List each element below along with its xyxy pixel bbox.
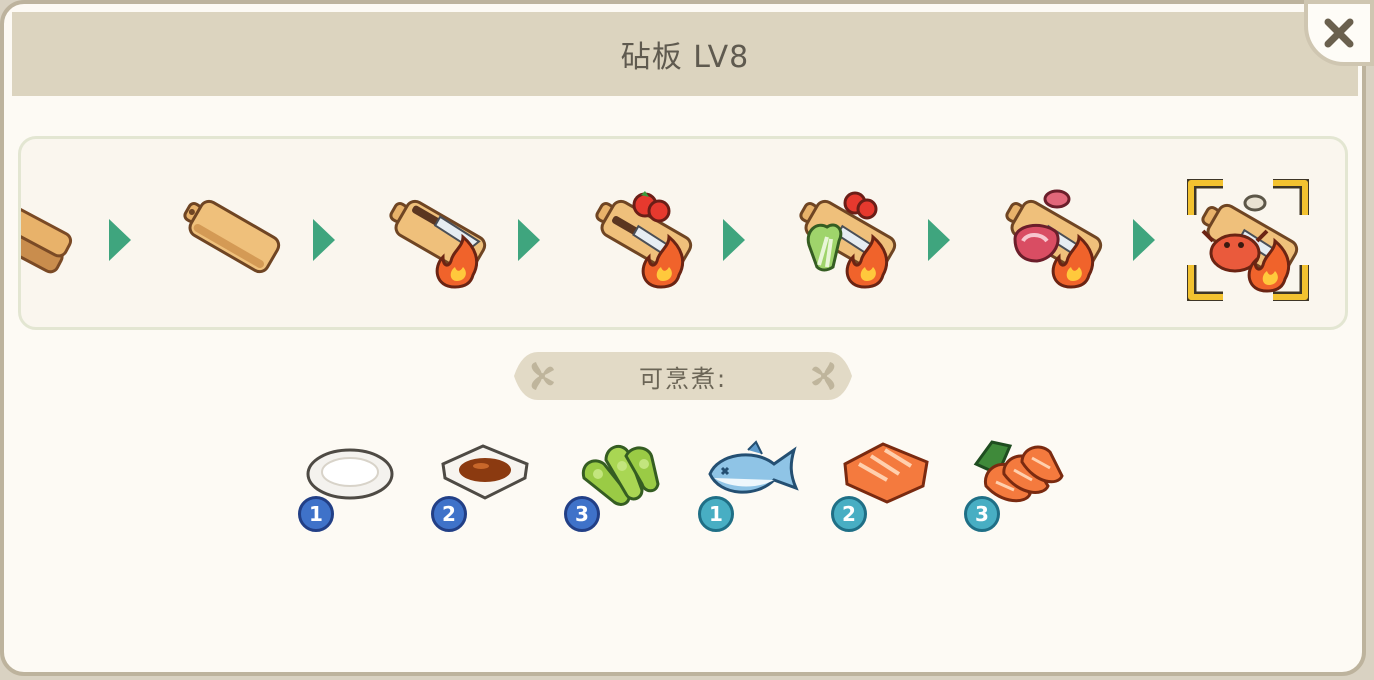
can-cook-banner: 可烹煮: [512, 350, 854, 402]
cutting-board-icon [183, 199, 281, 274]
upgrade-track [18, 136, 1348, 330]
dish-white-plate[interactable]: 1 [298, 434, 404, 532]
arrow-6 [1133, 219, 1155, 261]
dish-level-badge: 3 [564, 496, 600, 532]
page-title: 砧板 LV8 [620, 40, 750, 75]
dish-level-badge: 1 [698, 496, 734, 532]
stage-board-meat-fire[interactable] [993, 175, 1111, 293]
badge-number: 2 [442, 502, 456, 526]
dish-level-badge: 1 [298, 496, 334, 532]
dish-edamame[interactable]: 3 [564, 434, 670, 532]
dish-fish[interactable]: 1 [698, 434, 804, 532]
close-icon [1324, 18, 1354, 48]
dish-soy-sauce[interactable]: 2 [431, 434, 537, 532]
board-crab-fire-icon [1201, 194, 1299, 293]
stacked-boards-icon [21, 195, 73, 274]
badge-number: 1 [709, 502, 723, 526]
stage-board-crab-fire[interactable] [1189, 179, 1307, 297]
stage-board-knife-fire[interactable] [377, 175, 495, 293]
arrow-3 [518, 219, 540, 261]
dish-salmon-sashimi[interactable]: 3 [964, 434, 1070, 532]
arrow-4 [723, 219, 745, 261]
stage-stacked-boards[interactable] [21, 175, 81, 293]
board-tomato-fire-icon [595, 191, 693, 289]
badge-number: 3 [975, 502, 989, 526]
dish-salmon-fillet[interactable]: 2 [831, 434, 937, 532]
dish-level-badge: 3 [964, 496, 1000, 532]
badge-number: 2 [842, 502, 856, 526]
stage-plain-board[interactable] [171, 175, 289, 293]
board-cabbage-fire-icon [799, 191, 897, 289]
arrow-1 [109, 219, 131, 261]
can-cook-label: 可烹煮: [638, 364, 728, 393]
dish-level-badge: 2 [431, 496, 467, 532]
arrow-2 [313, 219, 335, 261]
badge-number: 3 [575, 502, 589, 526]
stage-board-cabbage-fire[interactable] [787, 175, 905, 293]
dish-level-badge: 2 [831, 496, 867, 532]
stage-board-tomato-fire[interactable] [583, 175, 701, 293]
arrow-5 [928, 219, 950, 261]
badge-number: 1 [309, 502, 323, 526]
board-knife-fire-icon [389, 199, 487, 289]
board-meat-fire-icon [1005, 189, 1103, 289]
upgrade-panel: 砧板 LV8 可烹煮: 1 2 3 1 2 3 [0, 0, 1366, 676]
title-bar: 砧板 LV8 [12, 12, 1358, 96]
